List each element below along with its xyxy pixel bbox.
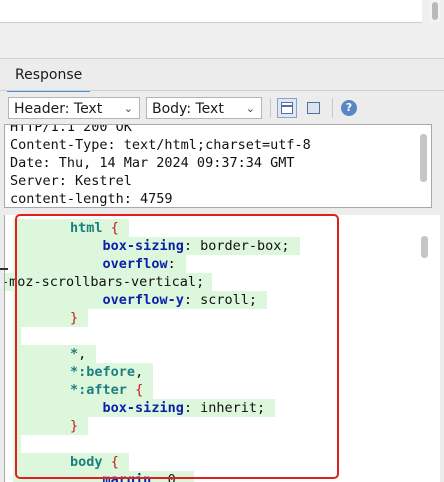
header-line: HTTP/1.1 200 OK (10, 124, 132, 135)
split-bar (281, 105, 293, 107)
help-button[interactable]: ? (339, 98, 359, 118)
header-line: content-length: 4759 (10, 191, 173, 207)
request-text-area[interactable] (0, 0, 422, 23)
single-view-icon (307, 102, 320, 114)
highlight-annotation (15, 214, 339, 479)
header-line: Content-Type: text/html;charset=utf-8 (10, 137, 311, 153)
request-scrollbar-thumb[interactable] (432, 2, 438, 20)
toolbar-separator (332, 98, 333, 118)
chevron-down-icon: ⌄ (123, 102, 133, 115)
body-view-label: Body: Text (152, 101, 224, 117)
header-view-select[interactable]: Header: Text ⌄ (8, 97, 140, 119)
split-horizontal-icon (281, 102, 293, 114)
single-view-button[interactable] (303, 98, 323, 118)
tab-response[interactable]: Response (7, 62, 91, 92)
header-view-label: Header: Text (14, 101, 103, 117)
header-line: Date: Thu, 14 Mar 2024 09:37:34 GMT (10, 155, 295, 171)
response-headers-pane[interactable]: HTTP/1.1 200 OK Content-Type: text/html;c… (4, 124, 432, 208)
headers-scrollbar-thumb[interactable] (420, 134, 427, 182)
split-horizontal-view-button[interactable] (277, 98, 297, 118)
tab-divider (0, 90, 444, 91)
help-icon: ? (341, 100, 357, 116)
chevron-down-icon: ⌄ (245, 102, 255, 115)
body-scrollbar-thumb[interactable] (421, 236, 428, 258)
response-headers-text: HTTP/1.1 200 OK Content-Type: text/html;c… (10, 124, 311, 207)
toolbar-separator (270, 98, 271, 118)
line-wrap-marker (0, 268, 8, 270)
body-view-select[interactable]: Body: Text ⌄ (146, 97, 262, 119)
header-line: Server: Kestrel (10, 173, 132, 189)
